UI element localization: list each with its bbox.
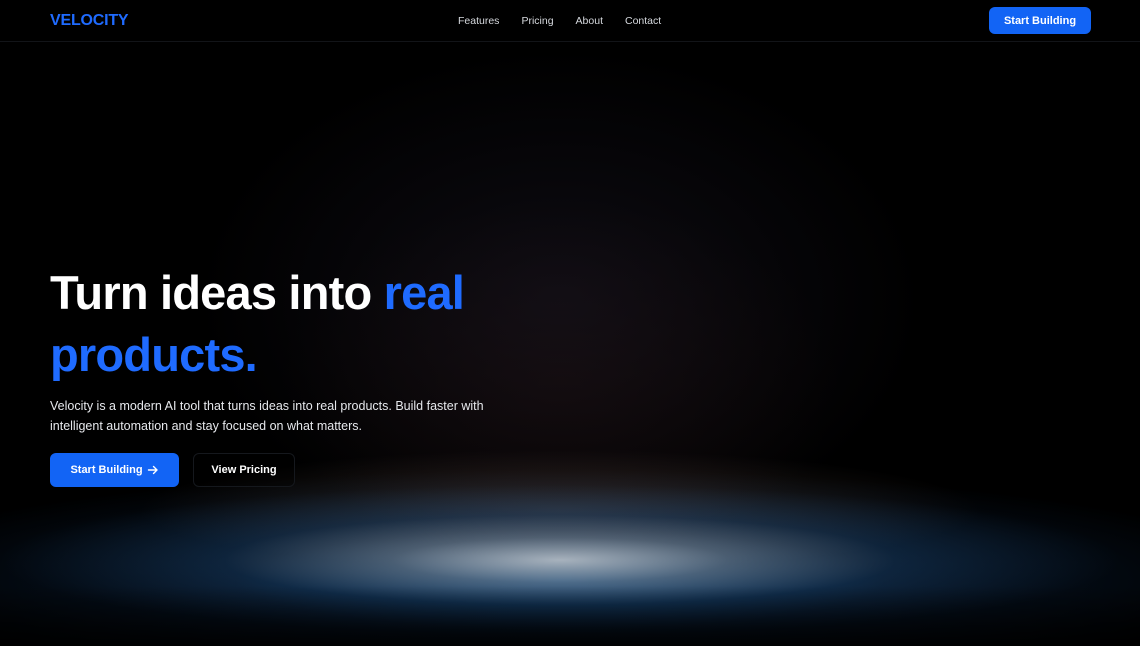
arrow-right-icon bbox=[147, 464, 159, 476]
logo[interactable]: VELOCITY bbox=[50, 12, 129, 30]
background-floor-shade bbox=[0, 586, 1140, 646]
nav-link-about[interactable]: About bbox=[576, 15, 603, 27]
nav-start-building-button[interactable]: Start Building bbox=[989, 7, 1091, 34]
nav-link-features[interactable]: Features bbox=[458, 15, 499, 27]
hero-description: Velocity is a modern AI tool that turns … bbox=[50, 399, 484, 433]
headline-accent-text-1: real bbox=[383, 266, 465, 319]
headline-white-text: Turn ideas into bbox=[50, 266, 384, 319]
nav-link-pricing[interactable]: Pricing bbox=[521, 15, 553, 27]
hero-start-building-button[interactable]: Start Building bbox=[50, 453, 179, 487]
nav-links: Features Pricing About Contact bbox=[458, 15, 661, 27]
hero-cta-row: Start Building View Pricing bbox=[50, 453, 570, 487]
hero-headline: Turn ideas into real products. bbox=[50, 262, 570, 386]
nav-link-contact[interactable]: Contact bbox=[625, 15, 661, 27]
hero-start-building-label: Start Building bbox=[70, 464, 143, 476]
headline-accent-text-2: products. bbox=[50, 328, 258, 381]
top-navigation: VELOCITY Features Pricing About Contact … bbox=[0, 0, 1140, 42]
view-pricing-button[interactable]: View Pricing bbox=[193, 453, 295, 487]
hero-section: Turn ideas into real products. Velocity … bbox=[50, 262, 570, 487]
landing-page: VELOCITY Features Pricing About Contact … bbox=[0, 0, 1140, 646]
